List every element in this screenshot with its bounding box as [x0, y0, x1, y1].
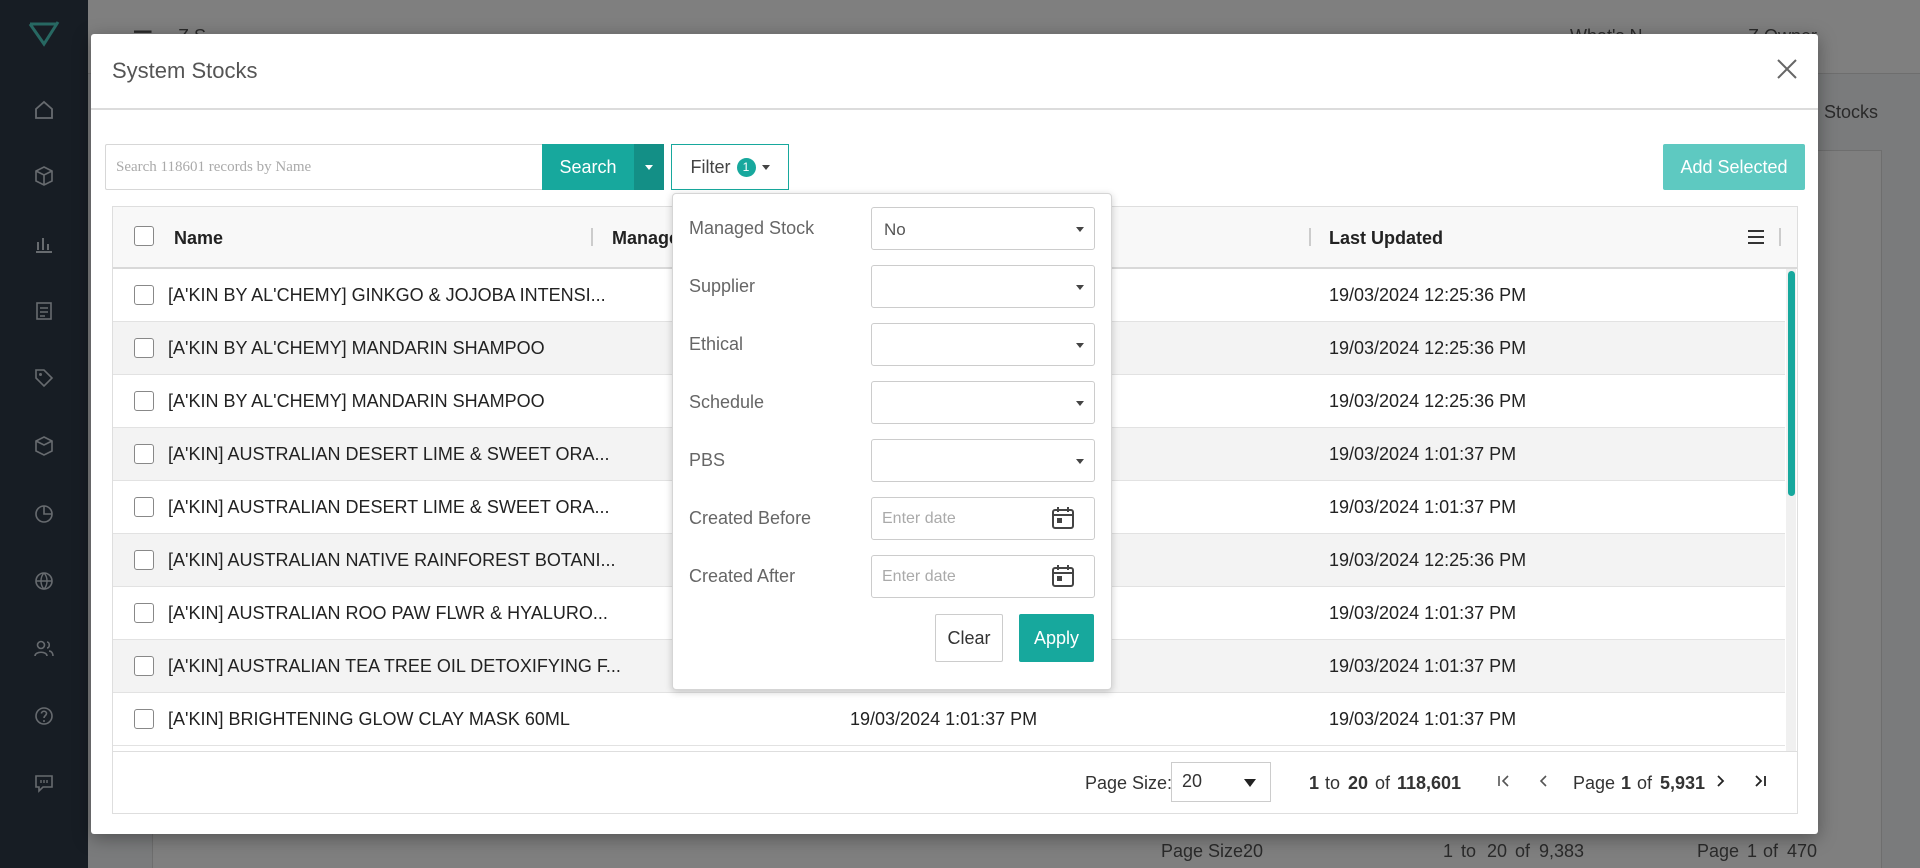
range-to: to: [1325, 773, 1341, 793]
range-start: 1: [1309, 773, 1320, 793]
filter-count-badge: 1: [736, 157, 756, 177]
cell-name: [A'KIN BY AL'CHEMY] MANDARIN SHAMPOO: [168, 338, 545, 358]
modal-title: System Stocks: [112, 58, 258, 83]
chevron-down-icon: [1076, 401, 1084, 406]
chevron-down-icon: [1076, 227, 1084, 232]
page-size-label: Page Size:: [1085, 773, 1173, 793]
column-resize-handle[interactable]: [1309, 228, 1311, 246]
row-checkbox[interactable]: [134, 444, 154, 464]
cell-created: 19/03/2024 1:01:37 PM: [850, 709, 1038, 729]
column-menu-icon[interactable]: [1745, 227, 1767, 247]
filter-label-pbs: PBS: [689, 450, 726, 470]
current-page: 1: [1621, 773, 1632, 793]
cell-name: [A'KIN] AUSTRALIAN ROO PAW FLWR & HYALUR…: [168, 603, 608, 623]
system-stocks-modal: System Stocks Search Filter 1 Add Select…: [91, 34, 1818, 834]
cell-name: [A'KIN] BRIGHTENING GLOW CLAY MASK 60ML: [168, 709, 570, 729]
select-all-checkbox[interactable]: [134, 226, 154, 246]
apply-filter-button[interactable]: Apply: [1019, 614, 1094, 662]
chevron-down-icon: [645, 164, 653, 170]
filter-label-ethical: Ethical: [689, 334, 744, 354]
row-checkbox[interactable]: [134, 550, 154, 570]
cell-name: [A'KIN] AUSTRALIAN NATIVE RAINFOREST BOT…: [168, 550, 616, 570]
filter-label-schedule: Schedule: [689, 392, 765, 412]
filter-label: Filter: [690, 156, 731, 177]
total-records: 118,601: [1397, 773, 1462, 793]
schedule-select[interactable]: [871, 381, 1095, 424]
chevron-down-icon: [1076, 285, 1084, 290]
column-header-last-updated[interactable]: Last Updated: [1329, 228, 1443, 249]
grid-scrollbar-thumb[interactable]: [1788, 271, 1795, 496]
search-options-dropdown[interactable]: [634, 144, 664, 190]
filter-label-created-after: Created After: [689, 566, 796, 586]
cell-name: [A'KIN BY AL'CHEMY] MANDARIN SHAMPOO: [168, 391, 545, 411]
cell-last-updated: 19/03/2024 12:25:36 PM: [1329, 391, 1527, 411]
next-page-icon[interactable]: [1709, 770, 1731, 792]
page-word: Page: [1573, 773, 1616, 793]
filter-label-created-before: Created Before: [689, 508, 812, 528]
chevron-down-icon: [1076, 459, 1084, 464]
page-size-select[interactable]: 20: [1171, 762, 1271, 802]
cell-last-updated: 19/03/2024 1:01:37 PM: [1329, 656, 1517, 676]
filter-label-supplier: Supplier: [689, 276, 756, 296]
cell-last-updated: 19/03/2024 12:25:36 PM: [1329, 338, 1527, 358]
grid-pagination: Page Size: 20 1 to 20 of 118,601 Page 1 …: [113, 751, 1797, 813]
column-resize-handle[interactable]: [591, 228, 593, 246]
chevron-down-icon: [1244, 779, 1256, 787]
cell-last-updated: 19/03/2024 1:01:37 PM: [1329, 497, 1517, 517]
cell-last-updated: 19/03/2024 1:01:37 PM: [1329, 709, 1517, 729]
cell-last-updated: 19/03/2024 12:25:36 PM: [1329, 285, 1527, 305]
chevron-down-icon: [1076, 343, 1084, 348]
page-count: 5,931: [1660, 773, 1706, 793]
table-row[interactable]: [A'KIN] BRIGHTENING GLOW CLAY MASK 60ML …: [113, 693, 1785, 746]
column-header-managed[interactable]: Manage: [612, 228, 679, 249]
search-button[interactable]: Search: [542, 144, 634, 190]
row-checkbox[interactable]: [134, 338, 154, 358]
close-icon[interactable]: [1772, 54, 1802, 84]
range-of: of: [1375, 773, 1391, 793]
row-checkbox[interactable]: [134, 391, 154, 411]
managed-stock-select[interactable]: No: [871, 207, 1095, 250]
cell-last-updated: 19/03/2024 1:01:37 PM: [1329, 444, 1517, 464]
previous-page-icon[interactable]: [1533, 770, 1555, 792]
chevron-down-icon: [761, 164, 770, 170]
add-selected-button[interactable]: Add Selected: [1663, 144, 1805, 190]
cell-name: [A'KIN] AUSTRALIAN DESERT LIME & SWEET O…: [168, 497, 610, 517]
row-checkbox[interactable]: [134, 497, 154, 517]
page-size-value: 20: [1182, 771, 1203, 791]
filter-label-managed-stock: Managed Stock: [689, 218, 815, 238]
column-resize-handle[interactable]: [1779, 228, 1781, 246]
cell-name: [A'KIN] AUSTRALIAN TEA TREE OIL DETOXIFY…: [168, 656, 621, 676]
page-of: of: [1637, 773, 1653, 793]
managed-stock-value: No: [884, 220, 906, 239]
first-page-icon[interactable]: [1493, 770, 1515, 792]
filter-panel: Managed Stock No Supplier Ethical Schedu…: [672, 193, 1112, 690]
clear-filter-button[interactable]: Clear: [935, 614, 1003, 662]
pbs-select[interactable]: [871, 439, 1095, 482]
column-header-name[interactable]: Name: [174, 228, 223, 249]
modal-header: System Stocks: [91, 34, 1818, 110]
range-end: 20: [1348, 773, 1369, 793]
row-checkbox[interactable]: [134, 603, 154, 623]
row-checkbox[interactable]: [134, 656, 154, 676]
calendar-icon[interactable]: [1050, 563, 1076, 589]
cell-last-updated: 19/03/2024 1:01:37 PM: [1329, 603, 1517, 623]
search-input[interactable]: [105, 144, 542, 190]
cell-last-updated: 19/03/2024 12:25:36 PM: [1329, 550, 1527, 570]
filter-button[interactable]: Filter 1: [671, 144, 789, 190]
row-checkbox[interactable]: [134, 709, 154, 729]
cell-name: [A'KIN] AUSTRALIAN DESERT LIME & SWEET O…: [168, 444, 610, 464]
supplier-select[interactable]: [871, 265, 1095, 308]
last-page-icon[interactable]: [1749, 770, 1771, 792]
cell-name: [A'KIN BY AL'CHEMY] GINKGO & JOJOBA INTE…: [168, 285, 606, 305]
ethical-select[interactable]: [871, 323, 1095, 366]
calendar-icon[interactable]: [1050, 505, 1076, 531]
row-checkbox[interactable]: [134, 285, 154, 305]
